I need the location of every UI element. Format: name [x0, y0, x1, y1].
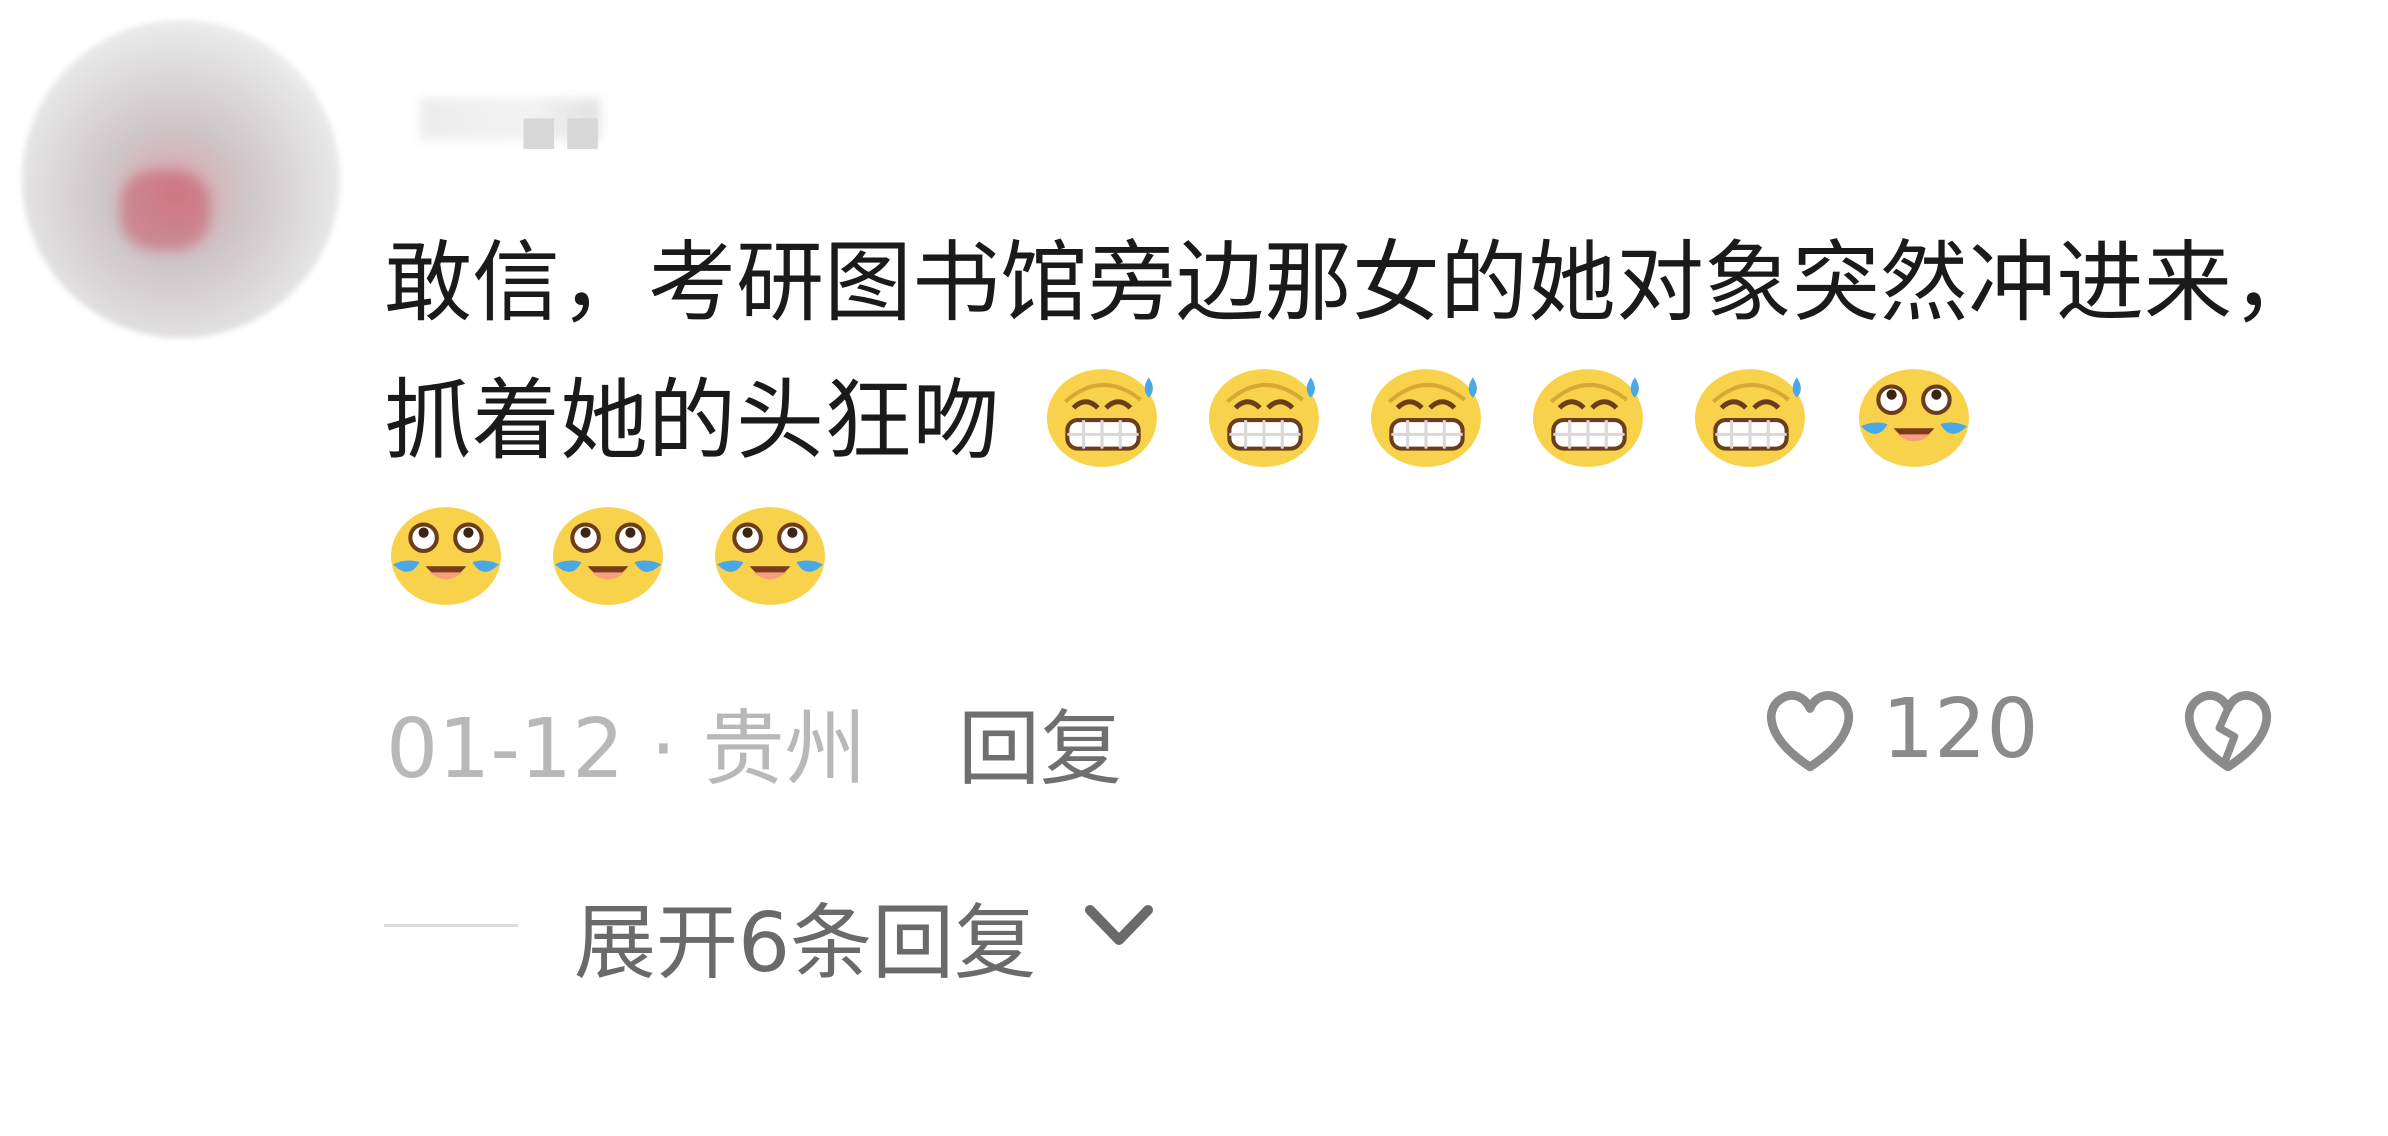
- heart-outline-icon[interactable]: [1756, 674, 1864, 782]
- broken-heart-icon[interactable]: [2174, 674, 2282, 782]
- tears-of-joy-emoji-icon: [553, 507, 663, 605]
- date-location: 01-12 · 贵州: [386, 702, 867, 797]
- divider-line: [384, 924, 518, 927]
- tears-of-joy-emoji-icon: [391, 507, 501, 605]
- tears-of-joy-emoji-icon: [1858, 369, 1969, 467]
- grinning-sweat-emoji-icon: [1532, 369, 1643, 467]
- grinning-sweat-emoji-icon: [1370, 369, 1481, 467]
- grinning-sweat-emoji-icon: [1046, 369, 1157, 467]
- chevron-down-icon[interactable]: [1082, 898, 1156, 956]
- tears-of-joy-emoji-icon: [714, 507, 825, 605]
- reply-button[interactable]: 回复: [958, 682, 1122, 801]
- grinning-sweat-emoji-icon: [1694, 369, 1805, 467]
- username-redaction: ■■: [520, 108, 608, 154]
- avatar-blur-detail: [120, 170, 210, 250]
- expand-replies-button[interactable]: 展开6条回复: [574, 876, 1036, 995]
- like-count: 120: [1882, 682, 2039, 777]
- comment-body: 敢信，考研图书馆旁边那女的她对象突然冲进来，抓着她的头狂吻: [384, 214, 2324, 628]
- grinning-sweat-emoji-icon: [1208, 369, 1319, 467]
